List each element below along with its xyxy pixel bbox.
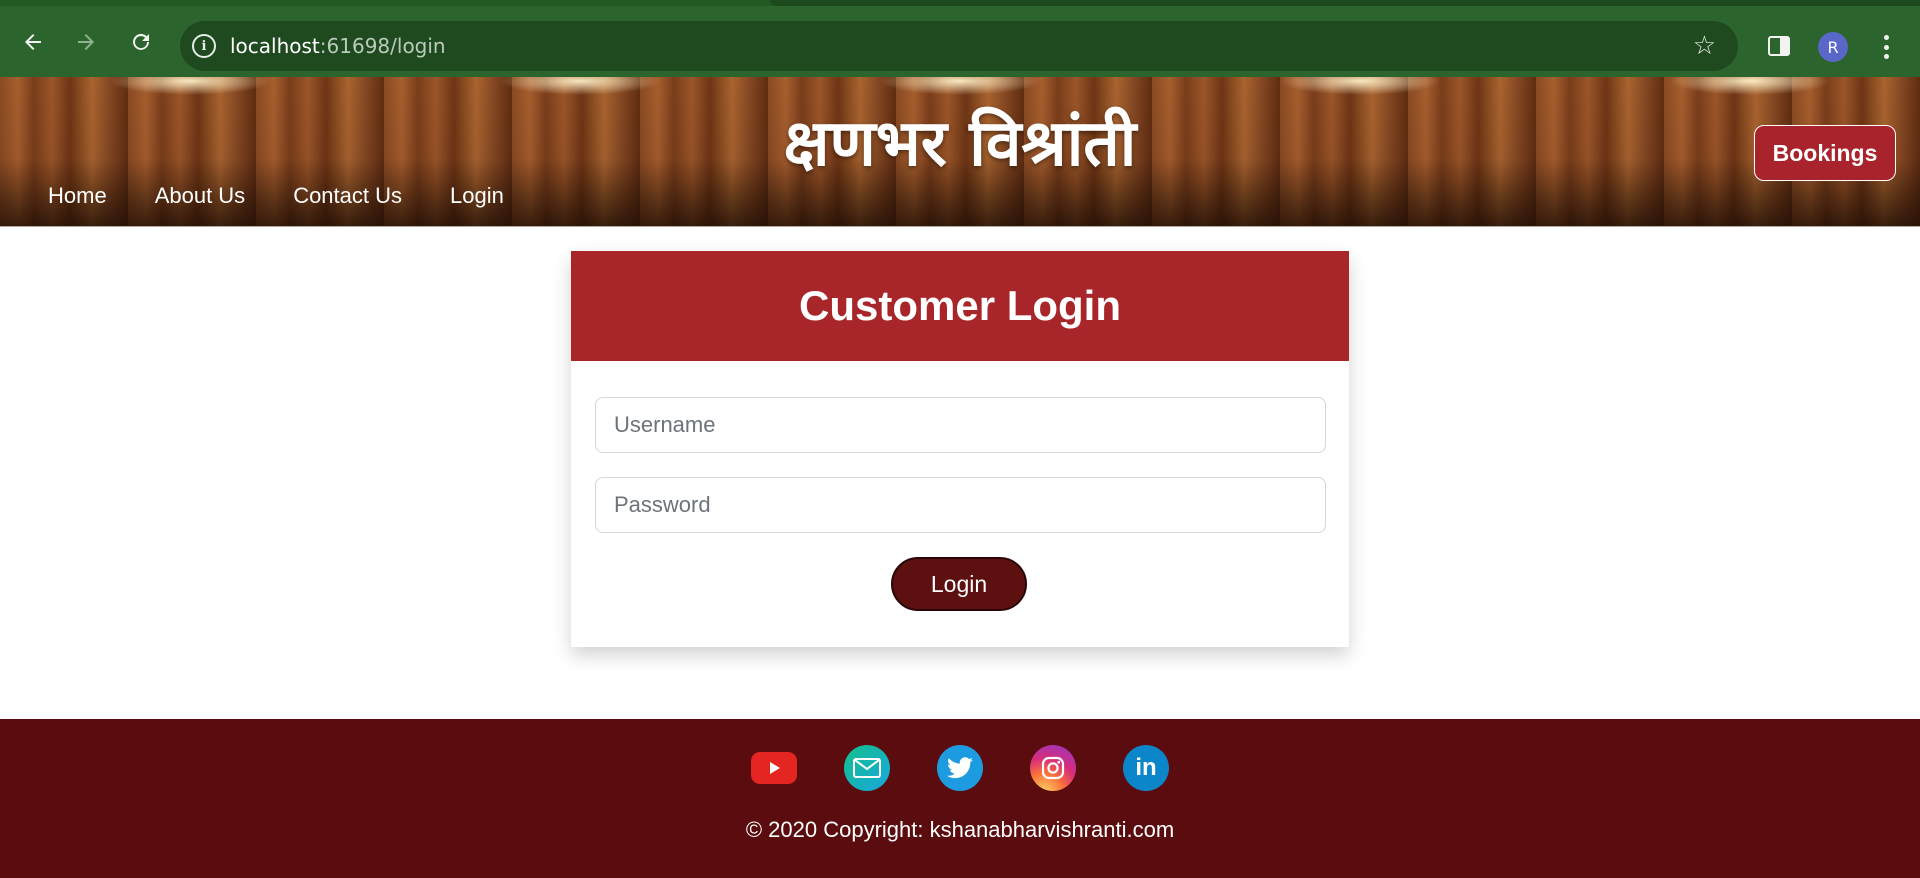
bookings-button[interactable]: Bookings xyxy=(1754,125,1896,181)
kebab-menu-icon[interactable] xyxy=(1874,32,1898,62)
login-button[interactable]: Login xyxy=(891,557,1027,611)
reload-icon xyxy=(133,33,149,50)
login-title: Customer Login xyxy=(799,282,1121,329)
side-panel-icon[interactable] xyxy=(1768,36,1790,56)
browser-toolbar: i localhost:61698/login ☆ R xyxy=(0,6,1920,77)
back-button[interactable] xyxy=(19,28,47,56)
login-card: Customer Login Login xyxy=(571,251,1349,647)
brand-title: क्षणभर विश्रांती xyxy=(783,107,1137,181)
arrow-right-icon xyxy=(78,34,94,50)
email-icon[interactable] xyxy=(844,745,890,791)
login-card-header: Customer Login xyxy=(571,251,1349,361)
youtube-icon[interactable] xyxy=(751,745,797,791)
profile-avatar[interactable]: R xyxy=(1818,32,1848,62)
copyright-text: © 2020 Copyright: kshanabharvishranti.co… xyxy=(745,817,1175,842)
nav-contact-us[interactable]: Contact Us xyxy=(293,183,402,209)
url-host: localhost xyxy=(230,34,320,58)
nav-login[interactable]: Login xyxy=(450,183,504,209)
reload-button[interactable] xyxy=(127,28,155,56)
browser-chrome: i localhost:61698/login ☆ R xyxy=(0,0,1920,77)
nav-home[interactable]: Home xyxy=(48,183,107,209)
twitter-icon[interactable] xyxy=(937,745,983,791)
nav-about-us[interactable]: About Us xyxy=(155,183,246,209)
instagram-icon[interactable] xyxy=(1030,745,1076,791)
main-nav: Home About Us Contact Us Login xyxy=(48,183,504,209)
info-icon[interactable]: i xyxy=(192,34,216,58)
social-links: in xyxy=(0,745,1920,791)
password-input[interactable] xyxy=(595,477,1326,533)
username-input[interactable] xyxy=(595,397,1326,453)
url-text[interactable]: localhost:61698/login xyxy=(230,34,446,58)
arrow-left-icon xyxy=(25,34,41,50)
address-bar[interactable]: i localhost:61698/login ☆ xyxy=(180,21,1738,71)
url-path: :61698/login xyxy=(319,34,446,58)
site-footer: in © 2020 Copyright: kshanabharvishranti… xyxy=(0,719,1920,878)
star-icon[interactable]: ☆ xyxy=(1693,32,1716,60)
linkedin-icon[interactable]: in xyxy=(1123,745,1169,791)
forward-button[interactable] xyxy=(72,28,100,56)
site-header: क्षणभर विश्रांती Home About Us Contact U… xyxy=(0,77,1920,227)
